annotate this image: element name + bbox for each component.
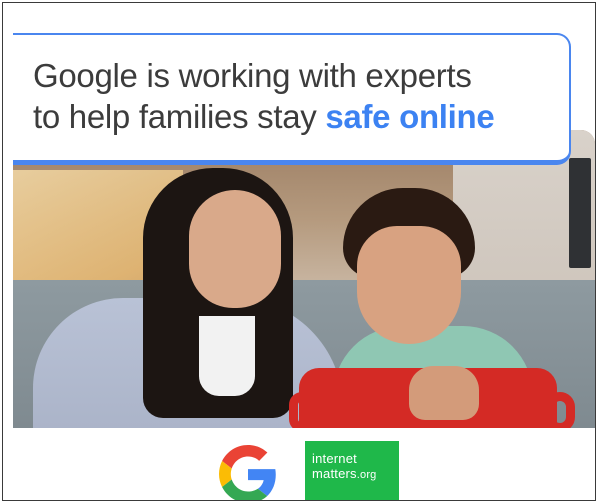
google-g-logo-icon[interactable]: [219, 445, 277, 501]
headline-callout: Google is working with experts to help f…: [13, 33, 571, 165]
internet-matters-logo[interactable]: internet matters.org: [305, 441, 399, 500]
headline-line2-prefix: to help families stay: [33, 98, 326, 135]
partner-line2: matters.org: [312, 466, 399, 483]
partner-line2-suffix: .org: [356, 469, 377, 481]
headline-accent: safe online: [325, 98, 495, 135]
partner-line1: internet: [312, 451, 357, 466]
partner-line2-main: matters: [312, 466, 357, 481]
logo-bar: internet matters.org: [3, 428, 595, 501]
family-photo: [13, 130, 595, 428]
headline-line1: Google is working with experts: [33, 57, 472, 94]
ad-frame: Google is working with experts to help f…: [2, 2, 596, 501]
headline: Google is working with experts to help f…: [33, 55, 553, 137]
